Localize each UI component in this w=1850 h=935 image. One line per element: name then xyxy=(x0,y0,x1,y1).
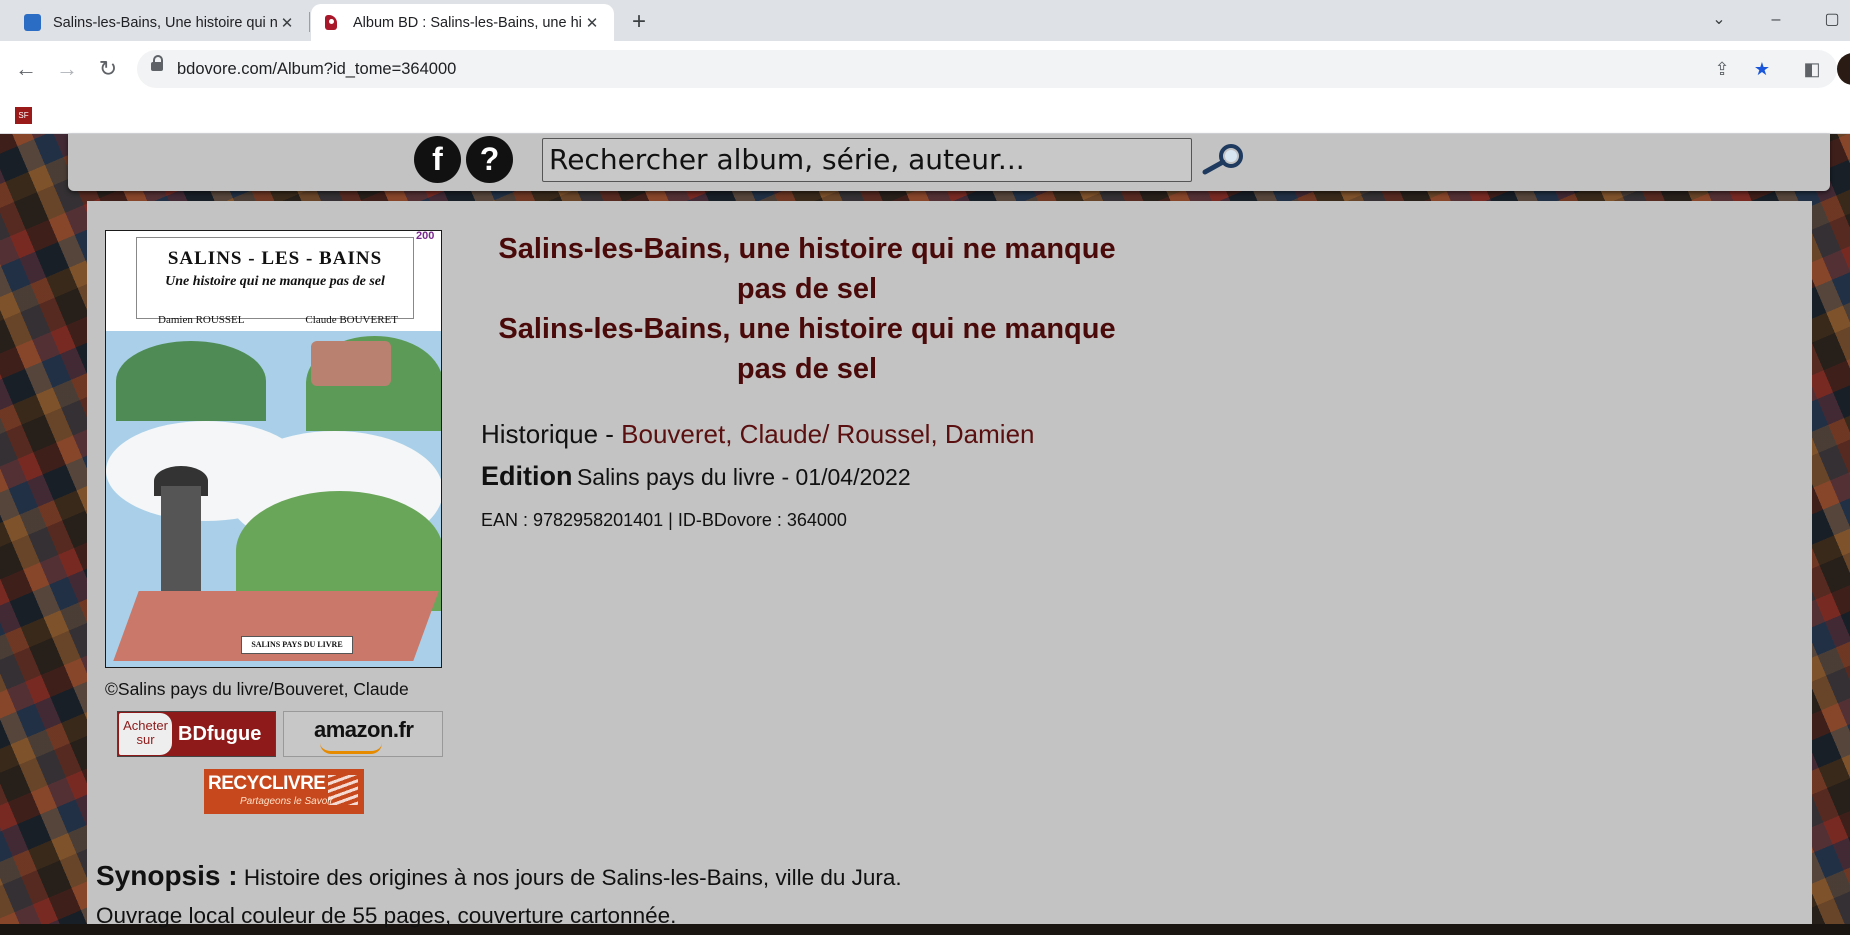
edition-line: Edition Salins pays du livre - 01/04/202… xyxy=(481,461,911,492)
profile-avatar[interactable] xyxy=(1837,53,1850,85)
search-icon[interactable] xyxy=(1201,140,1247,176)
share-icon[interactable]: ⇪ xyxy=(1709,56,1735,82)
album-main-panel: SALINS - LES - BAINS Une histoire qui ne… xyxy=(87,201,1812,928)
forward-icon[interactable]: → xyxy=(51,53,83,85)
recyclivre-buy-button[interactable]: RECYCLIVRE Partageons le Savoir xyxy=(204,769,364,814)
genre-authors-line: Historique - Bouveret, Claude/ Roussel, … xyxy=(481,419,1035,450)
cover-castle xyxy=(311,341,391,386)
bdfugue-small-label: Acheter sur xyxy=(119,713,172,755)
bookmarks-bar: SF xyxy=(0,98,1850,134)
reload-icon[interactable]: ↻ xyxy=(92,53,124,85)
cover-copyright: ©Salins pays du livre/Bouveret, Claude xyxy=(105,679,409,699)
recyclivre-tagline: Partageons le Savoir xyxy=(240,796,333,807)
edition-value: Salins pays du livre - 01/04/2022 xyxy=(576,464,911,490)
identifiers-line: EAN : 9782958201401 | ID-BDovore : 36400… xyxy=(481,510,847,530)
synopsis-line-1: Histoire des origines à nos jours de Sal… xyxy=(243,865,902,890)
browser-tab-1[interactable]: Salins-les-Bains, Une histoire qui ne ma… xyxy=(12,4,309,41)
recyclivre-logo-icon xyxy=(328,775,358,805)
restore-icon[interactable]: ▢ xyxy=(1810,4,1850,36)
genre-separator: - xyxy=(598,419,622,449)
address-bar[interactable]: bdovore.com/Album?id_tome=364000 ⇪ ★ xyxy=(137,50,1837,88)
tab-search-icon[interactable]: ⌄ xyxy=(1697,4,1741,36)
close-tab-icon[interactable]: ✕ xyxy=(582,14,602,32)
bdovore-icon xyxy=(323,14,341,32)
cover-authors: Damien ROUSSEL Claude BOUVERET xyxy=(158,314,398,326)
cover-author-right: Claude BOUVERET xyxy=(305,314,398,326)
synopsis-line-2: Ouvrage local couleur de 55 pages, couve… xyxy=(96,903,677,928)
browser-toolbar: ← → ↻ bdovore.com/Album?id_tome=364000 ⇪… xyxy=(0,41,1850,98)
bookmark-star-icon[interactable]: ★ xyxy=(1749,56,1775,82)
amazon-buy-button[interactable]: amazon.fr xyxy=(283,711,443,757)
album-title: Salins-les-Bains, une histoire qui ne ma… xyxy=(477,229,1137,389)
document-icon xyxy=(24,14,41,31)
cover-publisher-label: SALINS PAYS DU LIVRE xyxy=(241,636,353,654)
genre-link[interactable]: Historique xyxy=(481,419,598,449)
back-icon[interactable]: ← xyxy=(10,53,42,85)
cover-year: 200 xyxy=(416,230,435,242)
bookmark-favicon[interactable]: SF xyxy=(15,107,32,124)
tab-title: Salins-les-Bains, Une histoire qui ne ma… xyxy=(53,14,277,31)
site-header: f ? Rechercher album, série, auteur... xyxy=(68,134,1830,191)
browser-tab-strip: Salins-les-Bains, Une histoire qui ne ma… xyxy=(0,0,1850,41)
authors-link[interactable]: Bouveret, Claude/ Roussel, Damien xyxy=(621,419,1034,449)
album-title-line-repeat: Salins-les-Bains, une histoire qui ne ma… xyxy=(498,313,1116,385)
album-cover-image[interactable]: SALINS - LES - BAINS Une histoire qui ne… xyxy=(105,230,442,668)
cover-author-left: Damien ROUSSEL xyxy=(158,314,245,326)
lock-icon xyxy=(151,55,163,71)
url-text[interactable]: bdovore.com/Album?id_tome=364000 xyxy=(177,50,456,88)
cover-subtitle: Une histoire qui ne manque pas de sel xyxy=(165,274,385,289)
bdfugue-buy-button[interactable]: Acheter sur BDfugue xyxy=(117,711,276,757)
synopsis: Synopsis : Histoire des origines à nos j… xyxy=(96,857,1796,935)
side-panel-icon[interactable]: ◧ xyxy=(1796,53,1828,85)
amazon-smile-icon xyxy=(320,743,382,754)
amazon-brand: amazon.fr xyxy=(314,717,414,742)
help-icon[interactable]: ? xyxy=(466,136,513,183)
album-title-line: Salins-les-Bains, une histoire qui ne ma… xyxy=(498,233,1116,305)
tab-separator xyxy=(309,12,310,32)
cover-title-block: SALINS - LES - BAINS Une histoire qui ne… xyxy=(136,237,414,319)
recyclivre-brand: RECYCLIVRE xyxy=(208,773,326,794)
facebook-icon[interactable]: f xyxy=(414,136,461,183)
edition-label: Edition xyxy=(481,461,573,491)
new-tab-button[interactable]: + xyxy=(623,6,655,38)
close-tab-icon[interactable]: ✕ xyxy=(277,14,297,32)
browser-tab-2-active[interactable]: Album BD : Salins-les-Bains, une histoir… xyxy=(311,4,614,41)
bdfugue-brand: BDfugue xyxy=(178,723,262,745)
search-input[interactable]: Rechercher album, série, auteur... xyxy=(542,138,1192,182)
tab-title: Album BD : Salins-les-Bains, une histoir… xyxy=(353,14,582,31)
minimize-icon[interactable]: – xyxy=(1754,4,1798,36)
cover-hill xyxy=(116,341,266,421)
cover-title: SALINS - LES - BAINS xyxy=(167,248,383,269)
synopsis-label: Synopsis : xyxy=(96,860,238,891)
